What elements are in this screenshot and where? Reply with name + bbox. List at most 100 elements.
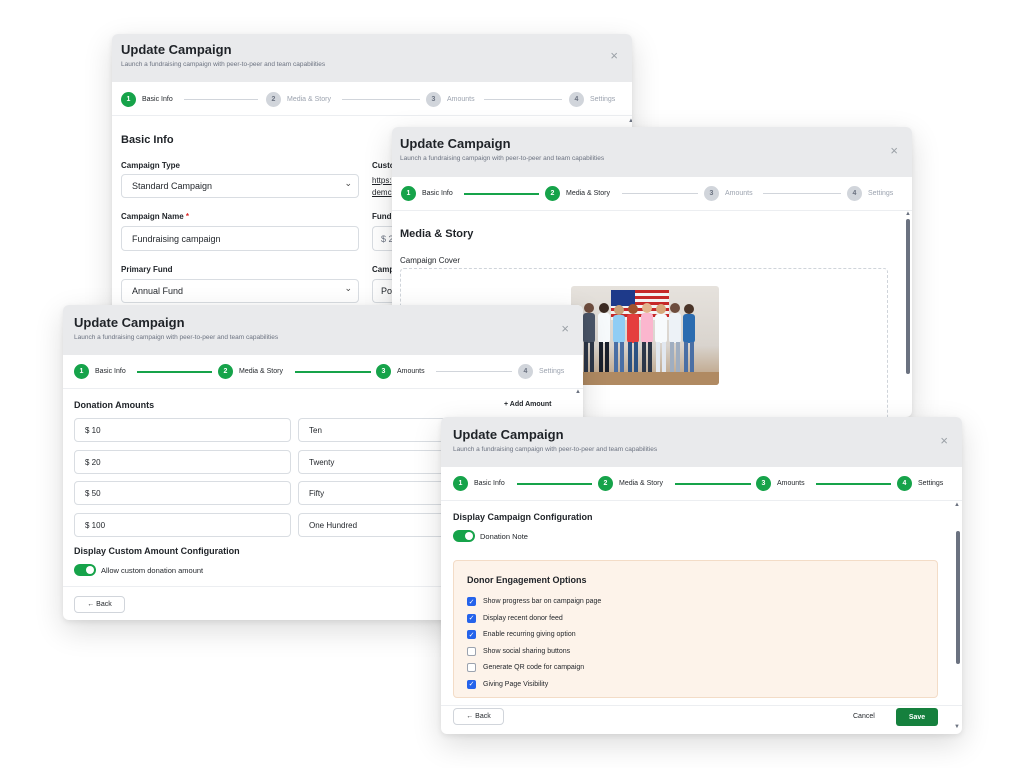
step-number: 2	[598, 476, 613, 491]
step-label: Media & Story	[619, 480, 663, 487]
amount-input[interactable]: $ 20	[74, 450, 291, 474]
engagement-option-label: Giving Page Visibility	[483, 680, 549, 688]
step-label: Basic Info	[474, 480, 505, 487]
checkbox-checked[interactable]: ✓	[467, 679, 476, 689]
step-label: Amounts	[725, 190, 753, 197]
primary-fund-select[interactable]: Annual Fund ⌄	[121, 279, 359, 303]
close-icon[interactable]: ×	[940, 433, 948, 448]
step-amounts[interactable]: 3 Amounts	[376, 364, 425, 379]
step-label: Amounts	[777, 480, 805, 487]
panel-subtitle: Launch a fundraising campaign with peer-…	[121, 61, 326, 68]
custom-url-link-2[interactable]: demc	[372, 188, 392, 197]
add-amount-button[interactable]: + Add Amount	[504, 401, 552, 408]
custom-url-link[interactable]: https:	[372, 176, 392, 185]
stepper: 1 Basic Info 2 Media & Story 3 Amounts 4…	[112, 82, 632, 116]
amount-label-value: One Hundred	[309, 520, 358, 530]
back-button[interactable]: ← Back	[74, 596, 125, 613]
step-number: 4	[897, 476, 912, 491]
checkbox-checked[interactable]: ✓	[467, 613, 476, 623]
close-icon[interactable]: ×	[561, 321, 569, 336]
step-connector	[484, 99, 562, 100]
step-label: Media & Story	[287, 96, 331, 103]
engagement-option[interactable]: ✓ Display recent donor feed	[467, 613, 563, 623]
panel-header: Update Campaign Launch a fundraising cam…	[441, 417, 962, 467]
campaign-name-value: Fundraising campaign	[132, 233, 221, 244]
scroll-down-icon[interactable]: ▼	[954, 724, 960, 730]
scroll-up-icon[interactable]: ▲	[628, 118, 632, 124]
close-icon[interactable]: ×	[610, 48, 618, 63]
step-settings[interactable]: 4 Settings	[847, 186, 893, 201]
panel-subtitle: Launch a fundraising campaign with peer-…	[400, 155, 605, 162]
save-button[interactable]: Save	[896, 708, 938, 726]
donation-note-label: Donation Note	[480, 532, 528, 541]
amount-label-value: Fifty	[309, 488, 325, 498]
checkbox-unchecked[interactable]	[467, 663, 476, 672]
step-basic-info[interactable]: 1 Basic Info	[453, 476, 505, 491]
required-mark: *	[185, 212, 190, 221]
primary-fund-label: Primary Fund	[121, 265, 173, 274]
panel-header: Update Campaign Launch a fundraising cam…	[392, 127, 912, 177]
step-media-story[interactable]: 2 Media & Story	[218, 364, 283, 379]
amount-label-input[interactable]: Twenty	[298, 450, 458, 474]
step-amounts[interactable]: 3 Amounts	[426, 92, 475, 107]
engagement-option[interactable]: Generate QR code for campaign	[467, 663, 584, 672]
scroll-up-icon[interactable]: ▲	[905, 211, 911, 217]
amount-label-value: Twenty	[309, 457, 335, 467]
engagement-option[interactable]: Show social sharing buttons	[467, 646, 570, 656]
amount-input[interactable]: $ 50	[74, 481, 291, 505]
step-connector	[464, 193, 539, 195]
amount-value: $ 20	[85, 457, 101, 467]
section-title: Donation Amounts	[74, 400, 155, 410]
step-media-story[interactable]: 2 Media & Story	[545, 186, 610, 201]
amount-input[interactable]: $ 100	[74, 513, 291, 537]
step-media-story[interactable]: 2 Media & Story	[266, 92, 331, 107]
group-photo-illustration	[571, 290, 719, 385]
checkbox-unchecked[interactable]	[467, 646, 476, 656]
amount-label-input[interactable]: Fifty	[298, 481, 458, 505]
step-basic-info[interactable]: 1 Basic Info	[401, 186, 453, 201]
stepper: 1 Basic Info 2 Media & Story 3 Amounts 4…	[441, 467, 962, 501]
engagement-option[interactable]: ✓ Enable recurring giving option	[467, 630, 576, 639]
step-number: 3	[756, 476, 771, 491]
step-connector	[763, 193, 841, 194]
step-label: Basic Info	[142, 96, 173, 103]
step-number: 2	[545, 186, 560, 201]
step-amounts[interactable]: 3 Amounts	[756, 476, 805, 491]
donation-note-toggle[interactable]	[453, 530, 475, 542]
step-settings[interactable]: 4 Settings	[569, 92, 615, 107]
campaign-name-input[interactable]: Fundraising campaign	[121, 226, 359, 251]
campaign-cover-label: Campaign Cover	[400, 256, 461, 265]
scrollbar[interactable]	[956, 531, 960, 664]
step-settings[interactable]: 4 Settings	[897, 476, 943, 491]
close-icon[interactable]: ×	[890, 143, 898, 158]
scroll-up-icon[interactable]: ▲	[575, 389, 581, 395]
step-amounts[interactable]: 3 Amounts	[704, 186, 753, 201]
scroll-up-icon[interactable]: ▲	[954, 502, 960, 508]
engagement-option[interactable]: ✓ Show progress bar on campaign page	[467, 597, 601, 606]
campaign-type-select[interactable]: Standard Campaign ⌄	[121, 174, 359, 198]
campaign-name-label: Campaign Name *	[121, 212, 189, 221]
engagement-option[interactable]: ✓ Giving Page Visibility	[467, 679, 549, 689]
amount-label-input[interactable]: Ten	[298, 418, 458, 442]
engagement-option-label: Display recent donor feed	[483, 614, 563, 622]
step-media-story[interactable]: 2 Media & Story	[598, 476, 663, 491]
step-basic-info[interactable]: 1 Basic Info	[74, 364, 126, 379]
step-number: 2	[218, 364, 233, 379]
cancel-button[interactable]: Cancel	[853, 713, 875, 720]
campaign-label: Camp	[372, 265, 395, 274]
step-settings[interactable]: 4 Settings	[518, 364, 564, 379]
step-label: Basic Info	[422, 190, 453, 197]
step-connector	[342, 99, 420, 100]
campaign-type-label: Campaign Type	[121, 161, 180, 170]
step-number: 3	[704, 186, 719, 201]
custom-amount-toggle[interactable]	[74, 564, 96, 576]
back-button[interactable]: ← Back	[453, 708, 504, 725]
checkbox-checked[interactable]: ✓	[467, 630, 476, 639]
scrollbar[interactable]	[906, 219, 910, 374]
step-basic-info[interactable]: 1 Basic Info	[121, 92, 173, 107]
stepper: 1 Basic Info 2 Media & Story 3 Amounts 4…	[392, 177, 912, 211]
checkbox-checked[interactable]: ✓	[467, 597, 476, 606]
amount-input[interactable]: $ 10	[74, 418, 291, 442]
amount-label-input[interactable]: One Hundred	[298, 513, 458, 537]
primary-fund-value: Annual Fund	[132, 286, 184, 296]
